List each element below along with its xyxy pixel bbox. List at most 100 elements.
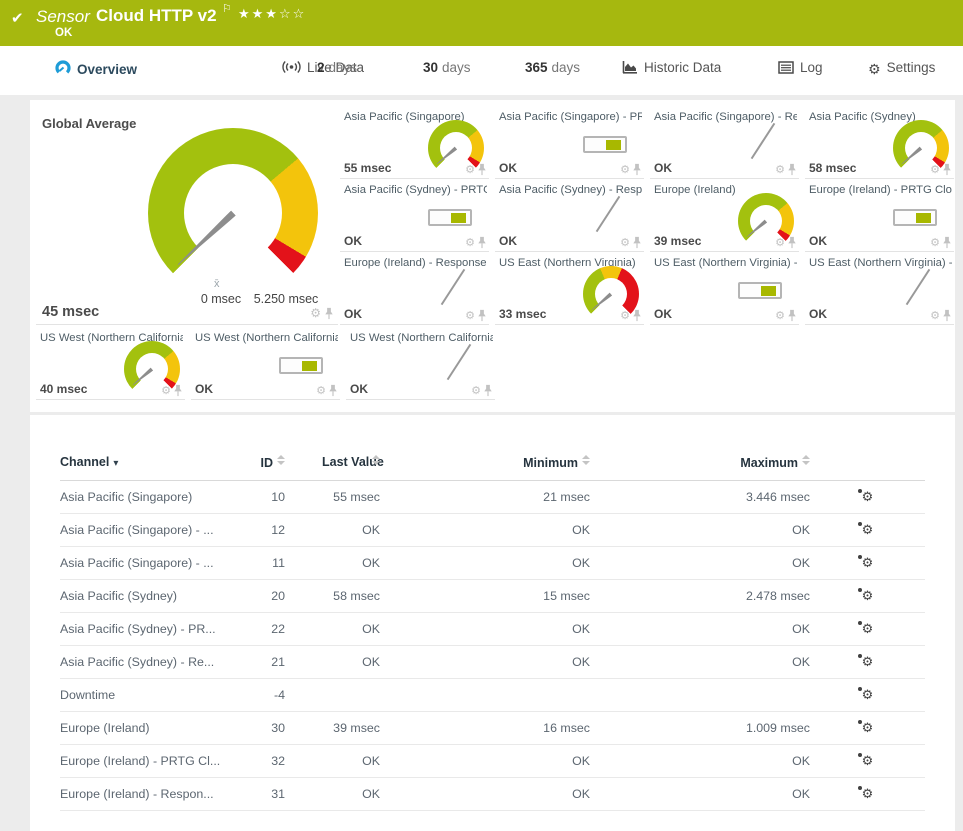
channel-cell[interactable]: Europe (Ireland) - PRTG Cloud... OK ⚙ (805, 181, 954, 252)
pin-icon[interactable] (328, 384, 338, 397)
status-check-icon: ✔ (11, 10, 24, 27)
table-row[interactable]: Downtime -4 ⚙ (60, 678, 925, 712)
sort-desc-icon: ▾ (113, 458, 119, 469)
channel-settings-icon[interactable]: ⚙ (857, 522, 873, 538)
pin-icon[interactable] (173, 384, 183, 397)
pin-icon[interactable] (632, 163, 642, 176)
channel-settings-icon[interactable]: ⚙ (857, 555, 873, 571)
channel-table-panel: Channel ▾ ID Last Value Minimum Maximum A… (30, 415, 955, 831)
table-row[interactable]: Asia Pacific (Singapore) - ... 11 OK OK OK ⚙ (60, 546, 925, 580)
table-row[interactable]: Europe (Ireland) - Respon... 31 OK OK OK ⚙ (60, 777, 925, 811)
global-average-value: 45 msec (42, 304, 100, 320)
channel-cell[interactable]: Europe (Ireland) - Response C... OK ⚙ (340, 254, 489, 325)
channel-cell[interactable]: US East (Northern Virginia) - ... OK ⚙ (805, 254, 954, 325)
table-row[interactable]: Asia Pacific (Sydney) - Re... 21 OK OK OK ⚙ (60, 645, 925, 679)
gear-icon[interactable]: ⚙ (620, 236, 630, 249)
table-row[interactable]: Europe (Ireland) - PRTG Cl... 32 OK OK OK ⚙ (60, 744, 925, 778)
sensor-status-badge: OK (55, 27, 73, 39)
table-row[interactable]: Europe (Ireland) 30 39 msec 16 msec 1.009 ms… (60, 711, 925, 745)
pin-icon[interactable] (632, 309, 642, 322)
gear-icon[interactable]: ⚙ (465, 236, 475, 249)
table-row[interactable]: Asia Pacific (Sydney) 20 58 msec 15 msec 2.4… (60, 579, 925, 613)
channel-settings-icon[interactable]: ⚙ (857, 489, 873, 505)
column-header-last-value[interactable]: Last Value (285, 453, 384, 481)
pin-icon[interactable] (942, 309, 952, 322)
global-average-title: Global Average (42, 116, 137, 131)
gear-icon[interactable]: ⚙ (316, 384, 326, 397)
channel-cell[interactable]: US West (Northern California) 40 msec ⚙ (36, 329, 185, 400)
tab-2-days[interactable]: 2 days (317, 60, 357, 75)
pin-icon[interactable] (787, 309, 797, 322)
channel-cell[interactable]: Asia Pacific (Sydney) - Respo... OK ⚙ (495, 181, 644, 252)
priority-stars[interactable]: ★★★☆☆ (238, 6, 306, 22)
table-row[interactable]: Asia Pacific (Singapore) - ... 12 OK OK OK ⚙ (60, 513, 925, 547)
channel-cell[interactable]: Asia Pacific (Singapore) 55 msec ⚙ (340, 108, 489, 179)
channel-settings-icon[interactable]: ⚙ (857, 687, 873, 703)
channel-switch-indicator (583, 136, 627, 153)
gear-icon[interactable]: ⚙ (775, 309, 785, 322)
table-row[interactable]: Asia Pacific (Singapore) 10 55 msec 21 msec… (60, 480, 925, 514)
channel-settings-icon[interactable]: ⚙ (857, 654, 873, 670)
channel-settings-icon[interactable]: ⚙ (857, 720, 873, 736)
pin-icon[interactable] (787, 236, 797, 249)
channel-cell[interactable]: US East (Northern Virginia) - ... OK ⚙ (650, 254, 799, 325)
channel-switch-indicator (893, 209, 937, 226)
channel-needle (440, 268, 466, 306)
tab-historic-label: Historic Data (644, 60, 722, 75)
channel-cell[interactable]: US West (Northern California)... OK ⚙ (191, 329, 340, 400)
channel-cell[interactable]: Asia Pacific (Sydney) - PRTG ... OK ⚙ (340, 181, 489, 252)
channel-cell[interactable]: US East (Northern Virginia) 33 msec ⚙ (495, 254, 644, 325)
gear-icon[interactable]: ⚙ (930, 163, 940, 176)
global-average-cell[interactable]: Global Average x̄ 0 msec 5.250 msec 45 m… (36, 108, 338, 325)
pin-icon[interactable] (942, 163, 952, 176)
gear-icon[interactable]: ⚙ (620, 163, 630, 176)
tab-365-days[interactable]: 365 days (525, 60, 580, 75)
channel-settings-icon[interactable]: ⚙ (857, 786, 873, 802)
column-header-maximum[interactable]: Maximum (590, 453, 810, 481)
pin-icon[interactable] (483, 384, 493, 397)
gear-icon[interactable]: ⚙ (161, 384, 171, 397)
gauge-icon (55, 60, 71, 76)
channel-cell[interactable]: US West (Northern California)... OK ⚙ (346, 329, 495, 400)
sort-icon (582, 455, 590, 465)
pin-icon[interactable] (324, 307, 334, 320)
gear-icon[interactable]: ⚙ (471, 384, 481, 397)
gear-icon[interactable]: ⚙ (465, 163, 475, 176)
pin-icon[interactable] (477, 163, 487, 176)
pin-icon[interactable] (477, 309, 487, 322)
gear-icon[interactable]: ⚙ (465, 309, 475, 322)
pin-icon[interactable] (942, 236, 952, 249)
tab-overview-label: Overview (77, 62, 138, 77)
channel-cell[interactable]: Asia Pacific (Sydney) 58 msec ⚙ (805, 108, 954, 179)
tab-historic-data[interactable]: Historic Data (622, 60, 721, 75)
column-header-settings (810, 453, 925, 481)
tab-30-days[interactable]: 30 days (423, 60, 471, 75)
pin-icon[interactable] (477, 236, 487, 249)
channel-cell[interactable]: Asia Pacific (Singapore) - Res... OK ⚙ (650, 108, 799, 179)
gear-icon[interactable]: ⚙ (775, 163, 785, 176)
channel-switch-indicator (279, 357, 323, 374)
column-header-minimum[interactable]: Minimum (380, 453, 590, 481)
tab-settings[interactable]: ⚙ Settings (868, 60, 935, 78)
channel-settings-icon[interactable]: ⚙ (857, 621, 873, 637)
channel-settings-icon[interactable]: ⚙ (857, 753, 873, 769)
tab-log[interactable]: Log (778, 60, 823, 75)
channel-switch-indicator (428, 209, 472, 226)
gear-icon[interactable]: ⚙ (930, 309, 940, 322)
log-icon (778, 61, 794, 74)
pin-icon[interactable] (632, 236, 642, 249)
channel-cell[interactable]: Asia Pacific (Singapore) - PR... OK ⚙ (495, 108, 644, 179)
channel-settings-icon[interactable]: ⚙ (857, 588, 873, 604)
historic-data-icon (622, 61, 637, 74)
gear-icon[interactable]: ⚙ (775, 236, 785, 249)
tab-overview[interactable]: Overview (55, 60, 137, 77)
column-header-id[interactable]: ID (230, 453, 285, 481)
channel-cell[interactable]: Europe (Ireland) 39 msec ⚙ (650, 181, 799, 252)
gear-icon[interactable]: ⚙ (620, 309, 630, 322)
pin-icon[interactable] (787, 163, 797, 176)
sort-icon (802, 455, 810, 465)
gear-icon[interactable]: ⚙ (310, 306, 321, 320)
gear-icon[interactable]: ⚙ (930, 236, 940, 249)
table-row[interactable]: Asia Pacific (Sydney) - PR... 22 OK OK OK ⚙ (60, 612, 925, 646)
column-header-channel[interactable]: Channel ▾ (60, 453, 230, 481)
